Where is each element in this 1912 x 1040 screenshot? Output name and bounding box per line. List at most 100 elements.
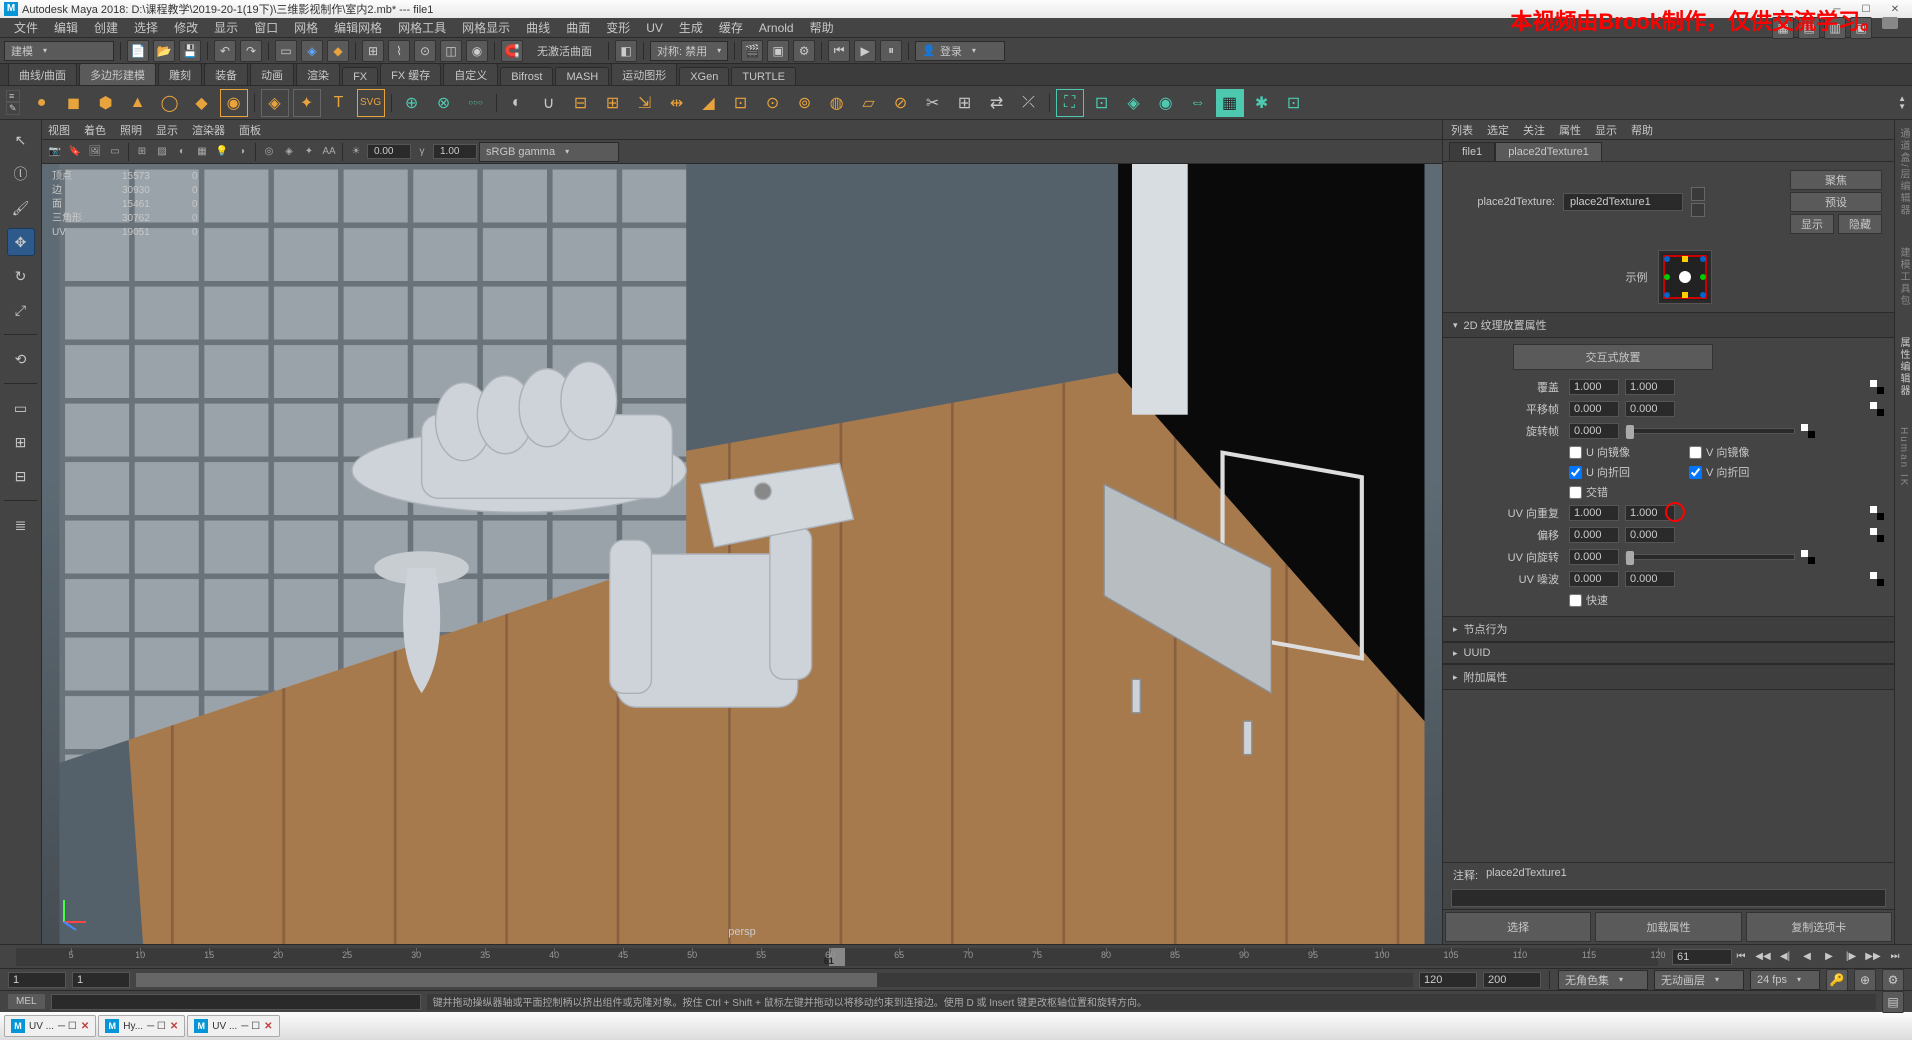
anim-layer-combo[interactable]: 无动画层 xyxy=(1654,970,1744,990)
exposure-field[interactable] xyxy=(367,144,411,159)
symmetry-icon[interactable]: ⇔ xyxy=(1184,89,1212,117)
uv-editor-icon[interactable]: ▦ xyxy=(1216,89,1244,117)
menu-item[interactable]: UV xyxy=(638,21,671,35)
lights-icon[interactable]: 💡 xyxy=(213,143,231,161)
map-button-icon[interactable] xyxy=(1870,528,1884,542)
noise-u-field[interactable] xyxy=(1569,571,1619,587)
map-button-icon[interactable] xyxy=(1801,550,1815,564)
playback-start-icon[interactable]: ⏮ xyxy=(828,40,850,62)
select-button[interactable]: 选择 xyxy=(1445,912,1591,942)
mirror-v-checkbox[interactable]: V 向镜像 xyxy=(1689,442,1809,462)
dock-tab[interactable]: 建模工具包 xyxy=(1896,247,1911,307)
outliner-icon[interactable]: ≣ xyxy=(7,511,35,539)
dock-tab[interactable]: 属性编辑器 xyxy=(1896,337,1911,397)
bridge-icon[interactable]: ⇹ xyxy=(663,89,691,117)
menu-item[interactable]: 曲面 xyxy=(558,19,598,36)
shelf-tab[interactable]: 多边形建模 xyxy=(79,63,156,85)
snap-point-icon[interactable]: ⊙ xyxy=(414,40,436,62)
playback-start-field[interactable] xyxy=(72,972,130,988)
isolate-icon[interactable]: ◎ xyxy=(260,143,278,161)
ae-menu-item[interactable]: 属性 xyxy=(1559,122,1581,138)
bookmark-icon[interactable]: 🔖 xyxy=(66,143,84,161)
panel-menu-item[interactable]: 视图 xyxy=(48,122,70,138)
go-end-icon[interactable]: ⏭ xyxy=(1886,948,1904,966)
go-start-icon[interactable]: ⏮ xyxy=(1732,948,1750,966)
ae-tab[interactable]: place2dTexture1 xyxy=(1495,142,1602,161)
set-key-icon[interactable]: ⊕ xyxy=(1854,969,1876,991)
shelf-tab[interactable]: MASH xyxy=(555,67,609,85)
menu-item[interactable]: 编辑 xyxy=(46,19,86,36)
colorspace-combo[interactable]: sRGB gamma xyxy=(479,142,619,162)
wrap-u-checkbox[interactable]: U 向折回 xyxy=(1569,462,1689,482)
menu-item[interactable]: 网格 xyxy=(286,19,326,36)
command-input[interactable] xyxy=(51,994,421,1010)
menu-item[interactable]: 编辑网格 xyxy=(326,19,390,36)
panel-menu-item[interactable]: 渲染器 xyxy=(192,122,225,138)
open-scene-icon[interactable]: 📂 xyxy=(153,40,175,62)
last-tool-icon[interactable]: ⟲ xyxy=(7,345,35,373)
poly-cone-icon[interactable]: ▲ xyxy=(124,89,152,117)
rotate-uv-slider[interactable] xyxy=(1625,554,1795,560)
translate-u-field[interactable] xyxy=(1569,401,1619,417)
menu-item[interactable]: 变形 xyxy=(598,19,638,36)
move-tool-icon[interactable]: ✥ xyxy=(7,228,35,256)
shelf-tab[interactable]: 运动图形 xyxy=(611,63,677,85)
menu-item[interactable]: 创建 xyxy=(86,19,126,36)
auto-key-icon[interactable]: 🔑 xyxy=(1826,969,1848,991)
uv-planar-icon[interactable]: ⊡ xyxy=(1280,89,1308,117)
wrap-v-checkbox[interactable]: V 向折回 xyxy=(1689,462,1809,482)
panel-menu-bar[interactable]: 视图 着色 照明 显示 渲染器 面板 xyxy=(42,120,1442,140)
section-2d-placement[interactable]: 2D 纹理放置属性 xyxy=(1443,312,1894,338)
lasso-tool-icon[interactable]: ⓛ xyxy=(7,160,35,188)
gamma-icon[interactable]: γ xyxy=(413,143,431,161)
layout-single-icon[interactable]: ▭ xyxy=(7,394,35,422)
rotate-uv-field[interactable] xyxy=(1569,549,1619,565)
menu-item[interactable]: Arnold xyxy=(751,21,802,35)
next-key-icon[interactable]: |▶ xyxy=(1842,948,1860,966)
account-combo[interactable]: 👤 登录 xyxy=(915,41,1005,61)
shelf-tab[interactable]: Bifrost xyxy=(500,67,553,85)
merge-icon[interactable]: ⊙ xyxy=(759,89,787,117)
menu-item[interactable]: 选择 xyxy=(126,19,166,36)
taskbar-window[interactable]: MUV ...─ ☐ ✕ xyxy=(4,1015,96,1037)
offset-u-field[interactable] xyxy=(1569,527,1619,543)
range-slider[interactable] xyxy=(136,973,1413,987)
section-node-behavior[interactable]: 节点行为 xyxy=(1443,616,1894,642)
playback-prefs-icon[interactable]: ⚙ xyxy=(1882,969,1904,991)
fast-checkbox[interactable]: 快速 xyxy=(1569,590,1689,610)
uv-auto-icon[interactable]: ✱ xyxy=(1248,89,1276,117)
offset-edge-icon[interactable]: ⇄ xyxy=(983,89,1011,117)
append-poly-icon[interactable]: ▱ xyxy=(855,89,883,117)
panel-menu-item[interactable]: 面板 xyxy=(239,122,261,138)
aa-icon[interactable]: AA xyxy=(320,143,338,161)
exposure-icon[interactable]: ☀ xyxy=(347,143,365,161)
crease-icon[interactable]: ◈ xyxy=(1120,89,1148,117)
panel-toolbar[interactable]: 📷 🔖 🖼 ▭ ⊞ ▨ ◐ ▦ 💡 ◑ ◎ ◈ ✦ AA ☀ γ sRGB ga… xyxy=(42,140,1442,164)
step-fwd-icon[interactable]: ▶▶ xyxy=(1864,948,1882,966)
render-icon[interactable]: 🎬 xyxy=(741,40,763,62)
snap-grid-icon[interactable]: ⊞ xyxy=(362,40,384,62)
node-name-field[interactable] xyxy=(1563,193,1683,211)
script-language-toggle[interactable]: MEL xyxy=(8,994,45,1009)
stagger-checkbox[interactable]: 交错 xyxy=(1569,482,1689,502)
copy-tab-button[interactable]: 复制选项卡 xyxy=(1746,912,1892,942)
texture-sample-swatch[interactable] xyxy=(1658,250,1712,304)
dock-tab[interactable]: Human IK xyxy=(1898,427,1909,487)
map-button-icon[interactable] xyxy=(1870,402,1884,416)
translate-v-field[interactable] xyxy=(1625,401,1675,417)
save-scene-icon[interactable]: 💾 xyxy=(179,40,201,62)
shelf-tab[interactable]: XGen xyxy=(679,67,729,85)
select-mode-icon[interactable]: ▭ xyxy=(275,40,297,62)
panel-menu-item[interactable]: 照明 xyxy=(120,122,142,138)
offset-v-field[interactable] xyxy=(1625,527,1675,543)
redo-icon[interactable]: ↷ xyxy=(240,40,262,62)
insert-edge-icon[interactable]: ⊞ xyxy=(951,89,979,117)
menu-item[interactable]: 窗口 xyxy=(246,19,286,36)
image-plane-icon[interactable]: 🖼 xyxy=(86,143,104,161)
step-back-icon[interactable]: ◀◀ xyxy=(1754,948,1772,966)
section-extra-attrs[interactable]: 附加属性 xyxy=(1443,664,1894,690)
section-uuid[interactable]: UUID xyxy=(1443,642,1894,664)
snap-live-icon[interactable]: ◉ xyxy=(466,40,488,62)
anim-start-field[interactable] xyxy=(8,972,66,988)
platonic-icon[interactable]: ◈ xyxy=(261,89,289,117)
